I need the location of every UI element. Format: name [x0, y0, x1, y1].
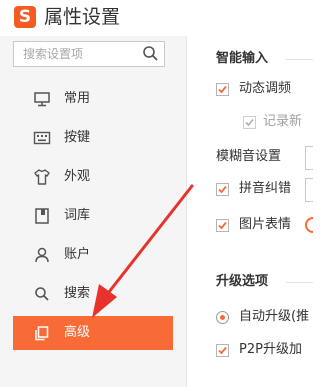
- sidebar-item-search[interactable]: 搜索: [13, 277, 173, 311]
- dynamic-freq-checkbox[interactable]: [216, 83, 229, 96]
- record-new-checkbox[interactable]: [243, 116, 256, 129]
- advanced-icon: [33, 324, 51, 342]
- auto-upgrade-label: 自动升级(推: [239, 309, 310, 324]
- sidebar-item-appearance[interactable]: 外观: [13, 160, 173, 194]
- sidebar-item-common[interactable]: 常用: [13, 82, 173, 116]
- record-new-label: 记录新: [263, 114, 303, 129]
- monitor-icon: [33, 90, 51, 108]
- sidebar-item-label: 高级: [64, 325, 91, 340]
- radio-selected-dot: [220, 315, 225, 320]
- sidebar-item-label: 外观: [64, 169, 91, 184]
- help-icon[interactable]: [305, 217, 313, 233]
- pinyin-correction-checkbox[interactable]: [216, 183, 229, 196]
- auto-upgrade-radio[interactable]: [216, 311, 229, 324]
- search-icon: [33, 285, 51, 303]
- tshirt-icon: [33, 168, 51, 186]
- settings-content: 智能输入 动态调频 记录新 模糊音设置 拼音纠错 图片表情 升级选项 自动升级(…: [187, 36, 313, 387]
- sidebar-item-label: 搜索: [64, 286, 91, 301]
- sidebar-item-account[interactable]: 账户: [13, 238, 173, 272]
- upgrade-heading: 升级选项: [216, 274, 269, 289]
- search-input[interactable]: 搜索设置项: [13, 41, 165, 67]
- picture-emoji-label: 图片表情: [239, 217, 292, 232]
- sidebar-item-label: 账户: [64, 247, 91, 262]
- sidebar-item-dictionary[interactable]: 词库: [13, 199, 173, 233]
- fuzzy-settings-button[interactable]: [305, 146, 313, 170]
- fuzzy-pinyin-label: 模糊音设置: [216, 149, 282, 164]
- smart-input-heading: 智能输入: [216, 51, 269, 66]
- keyboard-icon: [33, 129, 51, 147]
- section-divider: [286, 59, 313, 60]
- dynamic-freq-label: 动态调频: [239, 81, 292, 96]
- pinyin-correction-label: 拼音纠错: [239, 181, 292, 196]
- sidebar-item-label: 词库: [64, 208, 91, 223]
- p2p-upgrade-checkbox[interactable]: [216, 344, 229, 357]
- picture-emoji-checkbox[interactable]: [216, 219, 229, 232]
- sidebar-item-label: 按键: [64, 130, 91, 145]
- sidebar: 搜索设置项 常用 按键 外观 词库 账户 搜索 高级: [0, 36, 186, 387]
- sidebar-item-label: 常用: [64, 91, 91, 106]
- section-divider: [286, 282, 313, 283]
- sogou-logo: S: [14, 6, 36, 28]
- title-bar: S 属性设置: [0, 0, 313, 36]
- user-icon: [33, 246, 51, 264]
- sidebar-item-advanced[interactable]: 高级: [13, 316, 173, 350]
- p2p-upgrade-label: P2P升级加: [239, 342, 302, 357]
- search-icon[interactable]: [141, 44, 161, 64]
- book-icon: [33, 207, 51, 225]
- window-title: 属性设置: [44, 6, 121, 28]
- sidebar-item-keys[interactable]: 按键: [13, 121, 173, 155]
- pinyin-correction-settings[interactable]: [305, 178, 313, 202]
- search-placeholder: 搜索设置项: [23, 47, 84, 61]
